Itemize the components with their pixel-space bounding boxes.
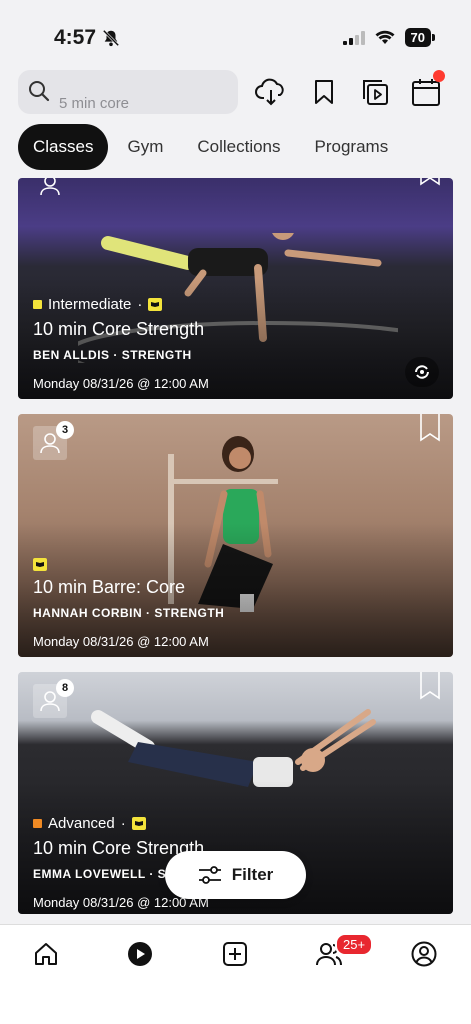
download-button[interactable] <box>254 74 288 110</box>
bell-muted-icon <box>102 29 120 47</box>
filter-label: Filter <box>231 865 274 884</box>
difficulty-label: Intermediate <box>48 296 132 313</box>
difficulty-indicator <box>33 819 42 828</box>
card-info: 10 min Barre: Core HANNAH CORBIN · STREN… <box>33 558 224 649</box>
profile-icon <box>411 941 437 967</box>
header-toolbar: 5 min core <box>18 70 458 116</box>
tab-classes-nav[interactable] <box>125 939 155 969</box>
participant-count: 8 <box>56 679 74 697</box>
bookmark-icon[interactable] <box>419 178 441 186</box>
difficulty-row <box>33 558 224 571</box>
replay-icon <box>415 365 429 379</box>
instructor-discipline: BEN ALLDIS · STRENGTH <box>33 348 192 362</box>
class-date: Monday 08/31/26 @ 12:00 AM <box>33 376 209 391</box>
tab-home[interactable] <box>31 939 61 969</box>
tab-classes[interactable]: Classes <box>18 124 109 170</box>
category-tabs: Classes Gym Collections Programs <box>18 124 407 170</box>
flag-badge-icon <box>148 298 163 311</box>
notification-badge: 25+ <box>335 933 374 956</box>
difficulty-indicator <box>33 300 42 309</box>
search-input[interactable]: 5 min core <box>18 70 238 114</box>
difficulty-row: Advanced · <box>33 815 228 832</box>
flag-badge-icon <box>131 817 146 830</box>
class-title: 10 min Core Strength <box>33 319 205 339</box>
tab-add[interactable] <box>220 939 250 969</box>
bottom-tab-bar: 25+ <box>0 924 471 1024</box>
play-circle-icon <box>128 942 152 966</box>
instructor-discipline: HANNAH CORBIN · STRENGTH <box>33 606 225 620</box>
wifi-icon <box>375 30 395 44</box>
status-bar: 4:57 70 <box>0 0 471 70</box>
difficulty-label: Advanced <box>48 815 115 832</box>
cellular-signal-icon <box>342 30 365 45</box>
tab-collections[interactable]: Collections <box>182 124 295 170</box>
cloud-download-icon <box>255 78 284 106</box>
class-card[interactable]: 3 10 min Barre: Core HANNAH CORBIN · STR… <box>18 414 453 657</box>
tab-programs[interactable]: Programs <box>300 124 404 170</box>
schedule-button[interactable] <box>409 70 445 110</box>
class-date: Monday 08/31/26 @ 12:00 AM <box>33 634 209 649</box>
participants-button[interactable] <box>33 178 67 202</box>
battery-indicator: 70 <box>404 28 436 47</box>
class-title: 10 min Barre: Core <box>33 577 186 597</box>
filter-button[interactable]: Filter <box>165 851 306 899</box>
class-card[interactable]: Intermediate · 10 min Core Strength BEN … <box>18 178 453 399</box>
home-icon <box>35 943 57 965</box>
person-icon <box>40 178 60 196</box>
status-time: 4:57 <box>54 26 97 49</box>
sliders-icon <box>198 866 221 884</box>
class-feed[interactable]: Intermediate · 10 min Core Strength BEN … <box>18 178 453 914</box>
flag-badge-icon <box>33 558 47 571</box>
bookmark-icon[interactable] <box>419 672 441 700</box>
card-info: Intermediate · 10 min Core Strength BEN … <box>33 296 209 391</box>
stacks-button[interactable] <box>358 74 392 110</box>
difficulty-row: Intermediate · <box>33 296 209 313</box>
search-icon <box>29 81 50 102</box>
bookmark-icon <box>315 80 333 104</box>
tab-gym[interactable]: Gym <box>112 124 178 170</box>
bookmark-icon[interactable] <box>419 414 441 442</box>
notification-dot <box>433 70 445 82</box>
separator-dot: · <box>137 296 143 313</box>
stacked-play-icon <box>363 80 388 105</box>
taken-badge <box>405 357 439 387</box>
plus-square-icon <box>223 942 247 966</box>
tab-profile[interactable] <box>409 939 439 969</box>
participant-count: 3 <box>56 421 74 439</box>
search-placeholder: 5 min core <box>59 95 130 112</box>
bookmarks-button[interactable] <box>307 74 341 110</box>
separator-dot: · <box>120 815 126 832</box>
